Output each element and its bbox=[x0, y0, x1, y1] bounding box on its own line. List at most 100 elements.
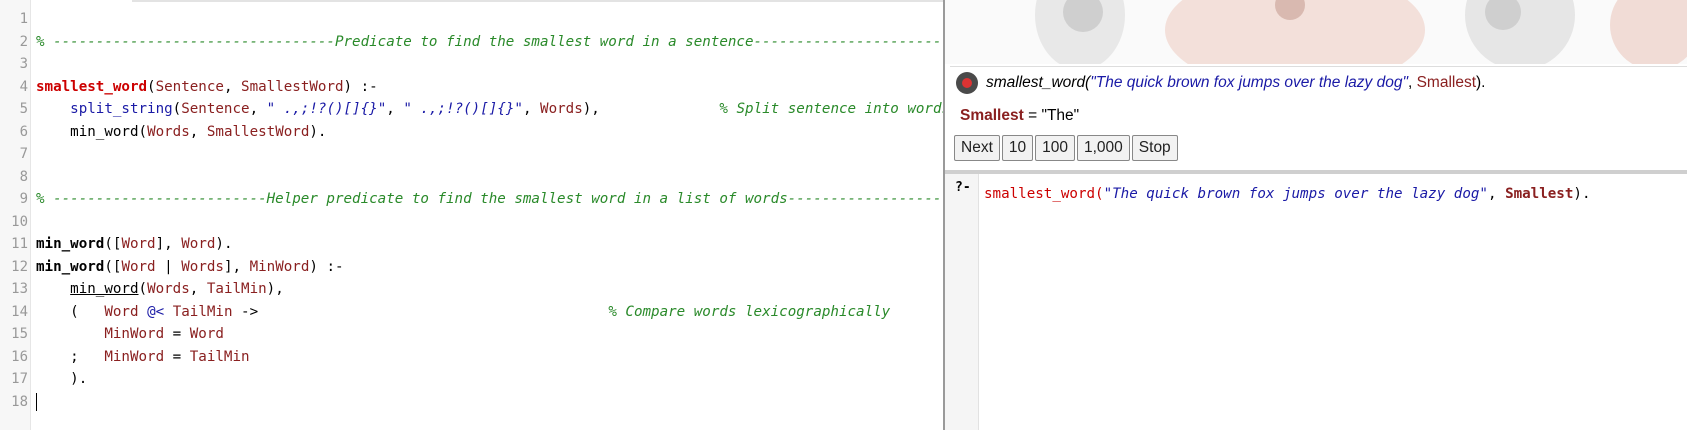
query-predicate: smallest_word( bbox=[986, 74, 1091, 91]
code-token: % ---------------------------------Predi… bbox=[36, 33, 943, 50]
code-line[interactable]: 11 min_word([Word], Word). bbox=[0, 233, 943, 256]
code-token: " .,;!?()[]{}" bbox=[403, 101, 523, 117]
line-text: min_word(Words, TailMin), bbox=[36, 278, 284, 301]
line-number: 10 bbox=[11, 213, 28, 230]
answer-controls: Next 10 100 1,000 Stop bbox=[954, 135, 1178, 161]
line-number: 16 bbox=[11, 348, 28, 365]
line-text: % ---------------------------------Predi… bbox=[36, 31, 943, 54]
line-number: 17 bbox=[11, 371, 28, 387]
code-token: Word bbox=[121, 236, 156, 252]
code-token: = bbox=[164, 348, 190, 365]
code-token: MinWord bbox=[104, 348, 165, 365]
code-token: = bbox=[164, 326, 190, 342]
swish-logo-icon[interactable] bbox=[956, 72, 978, 94]
code-token: ) :- bbox=[343, 78, 378, 95]
code-token: Word bbox=[121, 258, 156, 275]
line-text: ( Word @< TailMin -> % Compare words lex… bbox=[36, 301, 890, 324]
code-token: Word bbox=[189, 326, 224, 342]
code-line[interactable]: 12 min_word([Word | Words], MinWord) :- bbox=[0, 256, 943, 279]
code-token: , bbox=[189, 123, 207, 140]
next-100-button[interactable]: 100 bbox=[1035, 135, 1075, 161]
code-token: ([ bbox=[104, 236, 122, 252]
code-line[interactable]: 10 bbox=[0, 211, 943, 234]
code-token: , bbox=[522, 101, 541, 117]
next-button[interactable]: Next bbox=[954, 135, 1000, 161]
code-token: % -------------------------Helper predic… bbox=[36, 191, 943, 207]
code-line[interactable]: 3 bbox=[0, 53, 943, 76]
code-token: TailMin bbox=[172, 303, 233, 320]
line-text: smallest_word(Sentence, SmallestWord) :- bbox=[36, 76, 378, 99]
answer-variable: Smallest bbox=[960, 107, 1024, 124]
code-line[interactable]: 9 % -------------------------Helper predi… bbox=[0, 188, 943, 211]
line-number: 5 bbox=[19, 101, 28, 117]
code-token: Word bbox=[104, 303, 139, 320]
code-area[interactable]: 1 2% ---------------------------------Pre… bbox=[0, 8, 943, 413]
code-token: , bbox=[249, 101, 267, 117]
code-token: min_word bbox=[70, 123, 139, 140]
code-line[interactable]: 16 ; MinWord = TailMin bbox=[0, 346, 943, 369]
query-prompt: ?- bbox=[955, 180, 971, 195]
code-token: ( bbox=[138, 123, 148, 140]
line-number: 13 bbox=[11, 281, 28, 297]
code-line[interactable]: 2 % ---------------------------------Pred… bbox=[0, 31, 943, 54]
code-token: ( bbox=[36, 303, 105, 320]
answer-value: "The" bbox=[1041, 107, 1080, 124]
code-token: TailMin bbox=[206, 281, 267, 297]
code-line[interactable]: 6 min_word(Words, SmallestWord). bbox=[0, 121, 943, 144]
code-line[interactable]: 13 min_word(Words, TailMin), bbox=[0, 278, 943, 301]
code-line[interactable]: 15 MinWord = Word bbox=[0, 323, 943, 346]
query-input-predicate: smallest_word( bbox=[984, 186, 1104, 202]
line-number: 12 bbox=[11, 258, 28, 275]
stop-button[interactable]: Stop bbox=[1131, 135, 1178, 161]
code-token: | bbox=[155, 258, 182, 275]
code-token: Words bbox=[147, 123, 190, 140]
query-separator: , bbox=[1407, 74, 1417, 91]
query-result-box: smallest_word("The quick brown fox jumps… bbox=[950, 66, 1687, 163]
right-pane: smallest_word("The quick brown fox jumps… bbox=[945, 0, 1687, 430]
code-token: min_word bbox=[36, 236, 105, 252]
line-number: 9 bbox=[19, 191, 28, 207]
query-input[interactable]: smallest_word("The quick brown fox jumps… bbox=[984, 186, 1591, 202]
code-token: ). bbox=[215, 236, 233, 252]
line-text: min_word([Word], Word). bbox=[36, 233, 233, 256]
next-10-button[interactable]: 10 bbox=[1001, 135, 1034, 161]
line-text: min_word([Word | Words], MinWord) :- bbox=[36, 256, 344, 279]
query-editor[interactable]: ?- smallest_word("The quick brown fox ju… bbox=[945, 174, 1687, 430]
code-token: @< bbox=[147, 303, 165, 320]
query-tail: ). bbox=[1476, 74, 1486, 91]
query-gutter bbox=[945, 174, 979, 430]
code-token: ( bbox=[138, 281, 148, 297]
line-number: 14 bbox=[11, 303, 28, 320]
line-text: min_word(Words, SmallestWord). bbox=[36, 121, 326, 144]
code-token: ). bbox=[36, 371, 88, 387]
code-token: ([ bbox=[104, 258, 122, 275]
editor-top-border bbox=[132, 0, 943, 2]
code-line[interactable]: 4 smallest_word(Sentence, SmallestWord) :… bbox=[0, 76, 943, 99]
code-line[interactable]: 14 ( Word @< TailMin -> % Compare words … bbox=[0, 301, 943, 324]
code-line[interactable]: 17 ). bbox=[0, 368, 943, 391]
code-line[interactable]: 18 bbox=[0, 391, 943, 414]
source-editor[interactable]: 1 2% ---------------------------------Pre… bbox=[0, 0, 943, 430]
code-token: Sentence bbox=[155, 78, 224, 95]
executed-query-text: smallest_word("The quick brown fox jumps… bbox=[986, 67, 1485, 99]
code-line[interactable]: 7 bbox=[0, 143, 943, 166]
code-line[interactable]: 5 split_string(Sentence, " .,;!?()[]{}",… bbox=[0, 98, 943, 121]
code-line[interactable]: 8 bbox=[0, 166, 943, 189]
code-token: min_word bbox=[70, 281, 139, 297]
query-input-tail: ). bbox=[1573, 186, 1591, 202]
executed-query: smallest_word("The quick brown fox jumps… bbox=[950, 67, 1485, 99]
code-line[interactable]: 1 bbox=[0, 8, 943, 31]
next-1000-button[interactable]: 1,000 bbox=[1077, 135, 1130, 161]
line-number: 6 bbox=[19, 123, 28, 140]
text-cursor bbox=[36, 392, 37, 411]
answer-binding: Smallest = "The" bbox=[960, 107, 1079, 125]
code-token: , bbox=[189, 281, 207, 297]
code-token: , bbox=[386, 101, 404, 117]
line-number: 15 bbox=[11, 326, 28, 342]
code-token: ). bbox=[309, 123, 327, 140]
line-text: ; MinWord = TailMin bbox=[36, 346, 249, 369]
